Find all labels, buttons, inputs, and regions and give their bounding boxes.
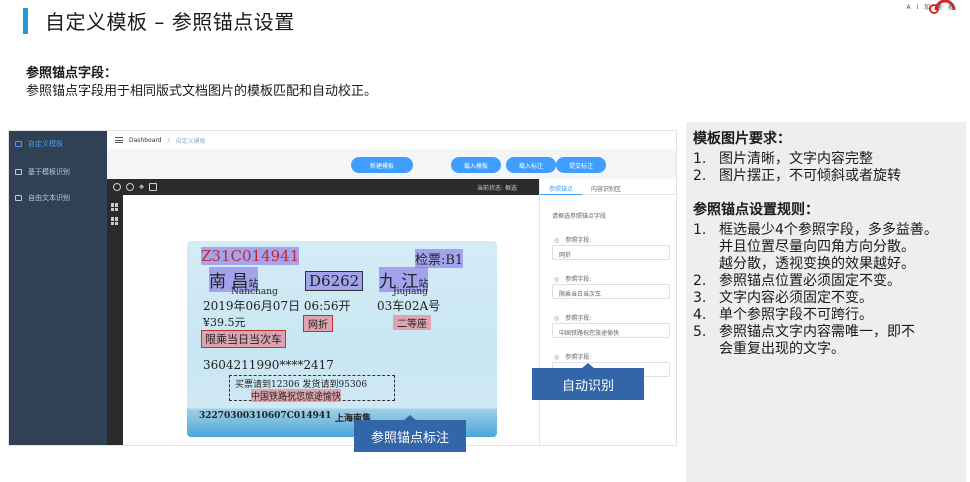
submit-annotation-button[interactable]: 提交标注 xyxy=(556,157,606,173)
list-item-line: 会重复出现的文字。 xyxy=(719,341,845,357)
load-template-button[interactable]: 载入模板 xyxy=(451,157,501,173)
slide-title: 自定义模板 – 参照锚点设置 xyxy=(45,10,295,34)
status-value: 框选 xyxy=(504,185,517,192)
sidebar: 自定义模板 基于模板识别 自由文本识别 xyxy=(9,131,107,445)
ticket-bottom-code: 32270300310607C014941 xyxy=(199,411,332,421)
ticket-check: 检票:B1 xyxy=(415,249,464,268)
requirements-box: 模板图片要求： 1. 图片清晰，文字内容完整 2. 图片摆正，不可倾斜或者旋转 参照… xyxy=(686,122,966,482)
list-item: 2. 图片摆正，不可倾斜或者旋转 xyxy=(693,168,966,185)
list-item: 1. 图片清晰，文字内容完整 xyxy=(693,151,966,168)
sidebar-item-label: 自定义模板 xyxy=(28,140,63,148)
title-accent-bar xyxy=(23,8,28,34)
image-canvas[interactable]: ✥ 当前状态: 框选 Z31C014941 检票:B1 南 昌站 D6262 九… xyxy=(107,179,539,445)
list-item-line: 并且位置尽量向四角方向分散。 xyxy=(719,239,915,255)
ticket-discount: 网折 xyxy=(303,315,333,332)
anchor-field-input[interactable]: 限乘当日当次车 xyxy=(552,284,670,299)
move-icon[interactable]: ✥ xyxy=(139,184,144,191)
status-label: 当前状态: xyxy=(477,185,504,192)
list-item-text: 图片摆正，不可倾斜或者旋转 xyxy=(719,168,901,184)
list-item-line: 越分散，透视变换的效果越好。 xyxy=(719,256,915,272)
template-requirements-list: 1. 图片清晰，文字内容完整 2. 图片摆正，不可倾斜或者旋转 xyxy=(693,151,966,185)
sidebar-item-template-recognition[interactable]: 基于模板识别 xyxy=(9,161,107,183)
anchor-panel: 参照锚点 内容识别区 请框选参照锚点字段 参照字段: 网折 参照字段: 限乘当日… xyxy=(539,179,676,445)
ticket-datetime: 2019年06月07日 06:56开 xyxy=(203,299,351,313)
sidebar-item-custom-template[interactable]: 自定义模板 xyxy=(9,133,107,155)
breadcrumb-current: 自定义模板 xyxy=(175,137,206,145)
list-item: 3. 文字内容必须固定不变。 xyxy=(693,290,966,307)
sidebar-item-free-text[interactable]: 自由文本识别 xyxy=(9,187,107,209)
ticket-seat-class: 二等座 xyxy=(393,315,431,330)
breadcrumb-home[interactable]: Dashboard xyxy=(129,137,162,144)
anchor-field-input[interactable]: 网折 xyxy=(552,245,670,260)
logo-text: A I 加 速 器 xyxy=(906,4,956,11)
list-item-line: 框选最少4个参照字段，多多益善。 xyxy=(719,222,938,238)
grid-view-icon[interactable] xyxy=(111,203,119,211)
zoom-in-icon[interactable] xyxy=(113,183,121,191)
panel-instruction: 请框选参照锚点字段 xyxy=(552,213,607,220)
top-bar: Dashboard / 自定义模板 xyxy=(107,131,676,149)
anchor-rules-heading: 参照锚点设置规则： xyxy=(693,202,819,218)
canvas-status: 当前状态: 框选 xyxy=(477,183,517,192)
zoom-out-icon[interactable] xyxy=(126,183,134,191)
list-item-number: 3. xyxy=(693,290,707,306)
list-item-text: 框选最少4个参照字段，多多益善。 并且位置尽量向四角方向分散。 越分散，透视变换的效… xyxy=(719,222,938,273)
list-item: 1. 框选最少4个参照字段，多多益善。 并且位置尽量向四角方向分散。 越分散，透视变换… xyxy=(693,222,966,273)
list-item-number: 1. xyxy=(693,151,707,167)
anchor-rules-list: 1. 框选最少4个参照字段，多多益善。 并且位置尽量向四角方向分散。 越分散，透视变换… xyxy=(693,222,966,358)
ticket-train-number: D6262 xyxy=(305,271,364,291)
list-item-number: 1. xyxy=(693,222,707,238)
anchor-field-label: 参照字段: xyxy=(554,274,591,283)
anchor-annotation-callout: 参照锚点标注 xyxy=(354,415,466,452)
list-item-text: 图片清晰，文字内容完整 xyxy=(719,151,873,167)
ticket-seat: 03车02A号 xyxy=(377,299,441,313)
list-item-number: 2. xyxy=(693,273,707,289)
load-annotation-button[interactable]: 载入标注 xyxy=(506,157,556,173)
anchor-field-label: 参照字段: xyxy=(554,313,591,322)
sidebar-item-label: 基于模板识别 xyxy=(28,168,70,176)
fullscreen-icon[interactable] xyxy=(149,183,158,191)
ticket-serial: Z31C014941 xyxy=(201,247,300,265)
breadcrumb-separator: / xyxy=(167,136,170,144)
canvas-side-strip xyxy=(107,195,123,445)
list-item: 2. 参照锚点位置必须固定不变。 xyxy=(693,273,966,290)
list-item-number: 4. xyxy=(693,307,707,323)
ticket-price: ¥39.5元 xyxy=(203,316,246,329)
ticket-validity: 限乘当日当次车 xyxy=(201,330,286,348)
ticket-from-pinyin: Nanchang xyxy=(231,287,278,297)
tab-anchor[interactable]: 参照锚点 xyxy=(540,179,583,195)
panel-tabs: 参照锚点 内容识别区 xyxy=(540,179,676,195)
auto-recognize-callout: 自动识别 xyxy=(532,363,644,400)
list-item-number: 2. xyxy=(693,168,707,184)
sidebar-item-label: 自由文本识别 xyxy=(28,194,70,202)
new-template-button[interactable]: 新建模板 xyxy=(351,157,413,173)
template-icon xyxy=(15,141,22,147)
ticket-to-pinyin: Jiujiang xyxy=(393,287,428,297)
list-item-number: 5. xyxy=(693,324,707,340)
anchor-field-label: 参照字段: xyxy=(554,352,591,361)
list-item-text: 单个参照字段不可跨行。 xyxy=(719,307,873,323)
list-item-text: 参照锚点文字内容需唯一，即不 会重复出现的文字。 xyxy=(719,324,915,358)
hamburger-icon[interactable] xyxy=(115,137,123,143)
list-item-text: 参照锚点位置必须固定不变。 xyxy=(719,273,901,289)
canvas-toolbar: ✥ xyxy=(107,179,539,195)
ticket-id-number: 3604211990****2417 xyxy=(203,358,334,372)
section-description: 参照锚点字段用于相同版式文档图片的模板匹配和自动校正。 xyxy=(26,84,378,99)
list-item: 4. 单个参照字段不可跨行。 xyxy=(693,307,966,324)
anchor-field-input[interactable]: 中国铁路祝您旅途愉快 xyxy=(552,323,670,338)
template-requirements-heading: 模板图片要求： xyxy=(693,131,791,147)
train-ticket-image: Z31C014941 检票:B1 南 昌站 D6262 九 江站 Nanchan… xyxy=(187,241,497,437)
tab-content-region[interactable]: 内容识别区 xyxy=(582,179,630,195)
list-item-line: 参照锚点文字内容需唯一，即不 xyxy=(719,324,915,340)
anchor-field-label: 参照字段: xyxy=(554,235,591,244)
list-item-text: 文字内容必须固定不变。 xyxy=(719,290,873,306)
ticket-slogan: 中国铁路祝您旅途愉快 xyxy=(251,389,342,402)
section-heading: 参照锚点字段： xyxy=(26,66,118,81)
grid-dense-icon[interactable] xyxy=(111,217,119,225)
image-icon xyxy=(15,195,22,201)
image-icon xyxy=(15,169,22,175)
list-item: 5. 参照锚点文字内容需唯一，即不 会重复出现的文字。 xyxy=(693,324,966,358)
